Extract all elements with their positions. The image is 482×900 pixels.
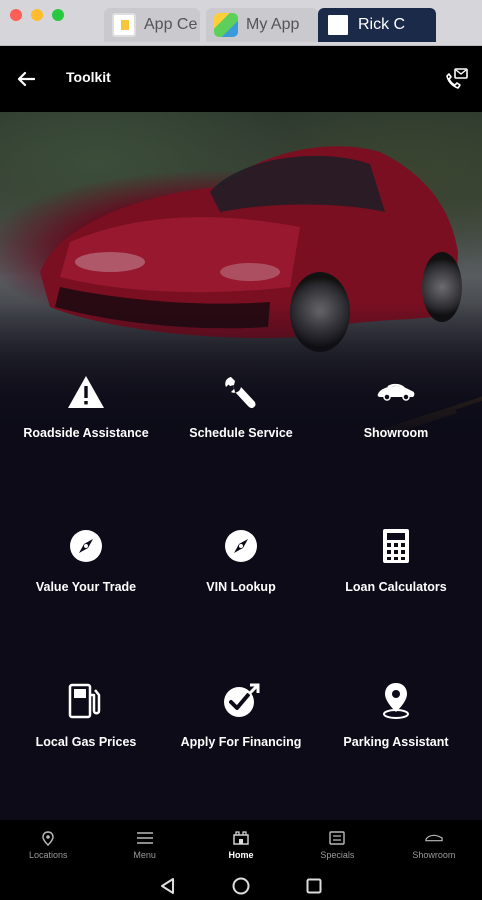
nav-label: Showroom	[412, 850, 456, 860]
map-pin-icon	[42, 830, 54, 846]
contact-button[interactable]	[442, 66, 470, 94]
tile-vin-lookup[interactable]: VIN Lookup	[161, 526, 321, 636]
location-pin-icon	[383, 683, 409, 719]
nav-label: Home	[228, 850, 254, 860]
arrow-left-icon	[17, 71, 35, 87]
tile-label: Local Gas Prices	[35, 735, 137, 749]
page-title: Toolkit	[66, 69, 111, 85]
tile-label: Roadside Assistance	[23, 426, 149, 440]
tile-showroom[interactable]: Showroom	[316, 372, 476, 482]
close-window-button[interactable]	[10, 9, 22, 21]
back-icon[interactable]	[158, 876, 178, 896]
rick-icon	[326, 13, 350, 37]
car-icon	[377, 383, 415, 401]
tile-value-your-trade[interactable]: Value Your Trade	[6, 526, 166, 636]
tile-label: Parking Assistant	[343, 735, 449, 749]
tile-roadside-assistance[interactable]: Roadside Assistance	[6, 372, 166, 482]
nav-label: Locations	[28, 850, 68, 860]
tab-my-apps[interactable]: My App	[206, 8, 318, 42]
gas-pump-icon	[68, 683, 101, 719]
app-header: Toolkit	[0, 46, 482, 112]
nav-home[interactable]: Home	[193, 820, 289, 870]
check-badge-icon	[224, 683, 260, 717]
recents-icon[interactable]	[304, 876, 324, 896]
tab-label: App Ce	[144, 16, 198, 33]
bottom-nav: Locations Menu Home Specials Showroom	[0, 820, 482, 870]
tile-label: Schedule Service	[189, 426, 293, 440]
back-button[interactable]	[14, 67, 38, 91]
my-apps-icon	[214, 13, 238, 37]
phone-message-icon	[446, 68, 468, 89]
tile-loan-calculators[interactable]: Loan Calculators	[316, 526, 476, 636]
window-titlebar: App Ce My App Rick C	[0, 0, 482, 46]
warning-triangle-icon	[68, 376, 104, 408]
hamburger-icon	[136, 832, 153, 844]
tile-label: Loan Calculators	[345, 580, 447, 594]
tile-label: VIN Lookup	[206, 580, 276, 594]
nav-label: Specials	[320, 850, 355, 860]
calculator-icon	[383, 529, 409, 563]
home-circle-icon[interactable]	[231, 876, 251, 896]
nav-showroom[interactable]: Showroom	[386, 820, 482, 870]
app-center-icon	[112, 13, 136, 37]
system-nav-bar	[0, 870, 482, 900]
car-outline-icon	[425, 834, 443, 842]
tile-schedule-service[interactable]: Schedule Service	[161, 372, 321, 482]
tile-label: Apply For Financing	[180, 735, 302, 749]
nav-label: Menu	[133, 850, 156, 860]
home-icon	[233, 831, 249, 845]
app-screen: Toolkit Roadside Assistance Schedule Ser…	[0, 46, 482, 900]
tab-label: Rick C	[358, 16, 406, 33]
tag-icon	[329, 831, 346, 845]
tile-parking-assistant[interactable]: Parking Assistant	[316, 681, 476, 791]
compass-icon	[225, 530, 257, 562]
minimize-window-button[interactable]	[31, 9, 43, 21]
tab-rick[interactable]: Rick C	[318, 8, 436, 42]
tile-local-gas-prices[interactable]: Local Gas Prices	[6, 681, 166, 791]
nav-menu[interactable]: Menu	[96, 820, 192, 870]
tile-label: Value Your Trade	[35, 580, 137, 594]
tab-label: My App	[246, 16, 300, 33]
tile-apply-for-financing[interactable]: Apply For Financing	[161, 681, 321, 791]
nav-specials[interactable]: Specials	[289, 820, 385, 870]
zoom-window-button[interactable]	[52, 9, 64, 21]
nav-locations[interactable]: Locations	[0, 820, 96, 870]
wrench-icon	[225, 377, 256, 409]
tab-app-center[interactable]: App Ce	[104, 8, 200, 42]
compass-icon	[70, 530, 102, 562]
tile-label: Showroom	[363, 426, 429, 440]
